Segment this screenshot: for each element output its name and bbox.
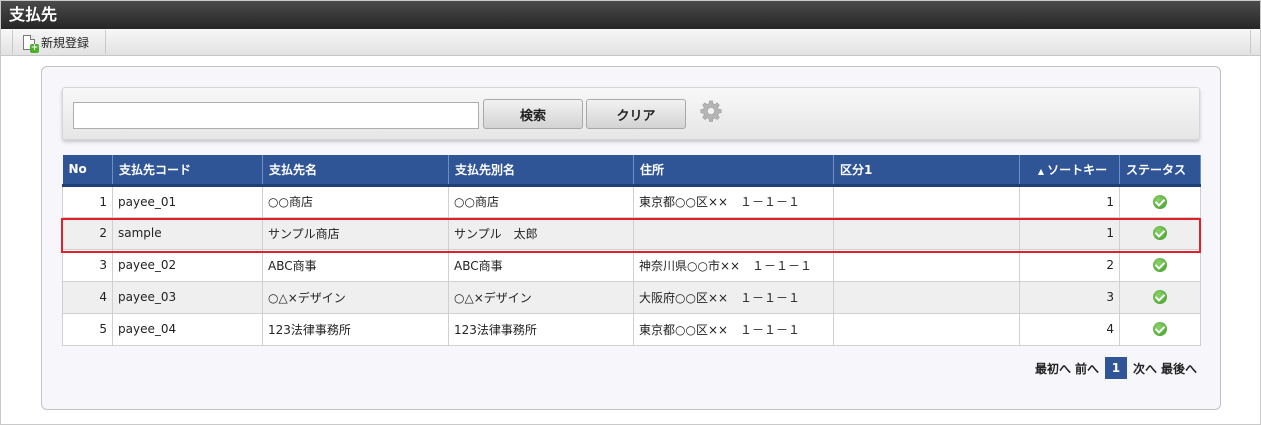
page-title: 支払先 (1, 1, 1260, 29)
cell-no: 2 (62, 216, 113, 250)
col-no[interactable]: No (62, 155, 113, 187)
cell-name: ○○商店 (262, 184, 449, 218)
cell-address: 東京都○○区×× １－１－１ (633, 312, 834, 346)
col-address[interactable]: 住所 (633, 155, 834, 187)
col-kubun[interactable]: 区分1 (833, 155, 1020, 187)
new-register-label: 新規登録 (41, 35, 90, 50)
cell-address: 東京都○○区×× １－１－１ (633, 184, 834, 218)
cell-alias: ABC商事 (448, 248, 634, 282)
table-row[interactable]: 3 payee_02 ABC商事 ABC商事 神奈川県○○市×× １－１－１ 2 (62, 248, 1201, 282)
toolbar: + 新規登録 (1, 29, 1260, 56)
cell-alias: 123法律事務所 (448, 312, 634, 346)
col-sortkey[interactable]: ▲ ソートキー (1019, 155, 1120, 187)
sort-asc-icon: ▲ (1037, 166, 1045, 176)
check-circle-icon (1153, 194, 1167, 209)
check-circle-icon (1153, 226, 1167, 241)
cell-name: 123法律事務所 (262, 312, 449, 346)
cell-name: ABC商事 (262, 248, 449, 282)
cell-sortkey: 2 (1019, 248, 1120, 282)
check-circle-icon (1153, 322, 1167, 337)
col-name[interactable]: 支払先名 (262, 155, 449, 187)
cell-address (633, 216, 834, 250)
new-register-button[interactable]: + 新規登録 (12, 30, 106, 54)
cell-status (1119, 184, 1201, 218)
table-row[interactable]: 4 payee_03 ○△×デザイン ○△×デザイン 大阪府○○区×× １－１－… (62, 280, 1201, 314)
cell-code: payee_03 (112, 280, 263, 314)
col-alias[interactable]: 支払先別名 (448, 155, 634, 187)
cell-name: ○△×デザイン (262, 280, 449, 314)
cell-sortkey: 3 (1019, 280, 1120, 314)
cell-no: 4 (62, 280, 113, 314)
cell-sortkey: 1 (1019, 216, 1120, 250)
check-circle-icon (1153, 258, 1167, 273)
cell-no: 3 (62, 248, 113, 282)
cell-status (1119, 248, 1201, 282)
cell-sortkey: 1 (1019, 184, 1120, 218)
table-row[interactable]: 1 payee_01 ○○商店 ○○商店 東京都○○区×× １－１－１ 1 (62, 184, 1201, 218)
cell-code: sample (112, 216, 263, 250)
table-row[interactable]: 5 payee_04 123法律事務所 123法律事務所 東京都○○区×× １－… (62, 312, 1201, 346)
cell-address: 神奈川県○○市×× １－１－１ (633, 248, 834, 282)
pager-current-page[interactable]: 1 (1104, 357, 1127, 379)
col-status[interactable]: ステータス (1119, 155, 1201, 187)
cell-kubun (833, 248, 1020, 282)
cell-alias: ○○商店 (448, 184, 634, 218)
toolbar-divider (1250, 30, 1251, 54)
table-header-row: No 支払先コード 支払先名 支払先別名 住所 区分1 ▲ ソートキー ステータス (62, 155, 1201, 187)
gear-icon[interactable] (700, 100, 722, 122)
payee-table: No 支払先コード 支払先名 支払先別名 住所 区分1 ▲ ソートキー ステータス… (62, 155, 1201, 346)
search-button[interactable]: 検索 (483, 99, 583, 129)
cell-address: 大阪府○○区×× １－１－１ (633, 280, 834, 314)
cell-kubun (833, 216, 1020, 250)
pager-prev[interactable]: 前へ (1075, 360, 1099, 377)
cell-kubun (833, 312, 1020, 346)
cell-no: 1 (62, 184, 113, 218)
cell-status (1119, 280, 1201, 314)
search-input[interactable] (73, 102, 479, 129)
cell-code: payee_02 (112, 248, 263, 282)
cell-kubun (833, 280, 1020, 314)
clear-button[interactable]: クリア (586, 99, 686, 129)
col-code[interactable]: 支払先コード (112, 155, 263, 187)
cell-alias: ○△×デザイン (448, 280, 634, 314)
pagination: 最初へ 前へ 1 次へ 最後へ (1035, 357, 1197, 379)
pager-last[interactable]: 最後へ (1161, 360, 1197, 377)
cell-code: payee_01 (112, 184, 263, 218)
cell-sortkey: 4 (1019, 312, 1120, 346)
cell-code: payee_04 (112, 312, 263, 346)
col-sortkey-label: ソートキー (1047, 162, 1108, 177)
pager-first[interactable]: 最初へ (1035, 360, 1071, 377)
check-circle-icon (1153, 290, 1167, 305)
cell-status (1119, 216, 1201, 250)
cell-status (1119, 312, 1201, 346)
pager-next[interactable]: 次へ (1133, 360, 1157, 377)
cell-kubun (833, 184, 1020, 218)
cell-name: サンプル商店 (262, 216, 449, 250)
cell-no: 5 (62, 312, 113, 346)
table-row[interactable]: 2 sample サンプル商店 サンプル 太郎 1 (62, 216, 1201, 250)
new-document-icon: + (23, 34, 39, 53)
cell-alias: サンプル 太郎 (448, 216, 634, 250)
